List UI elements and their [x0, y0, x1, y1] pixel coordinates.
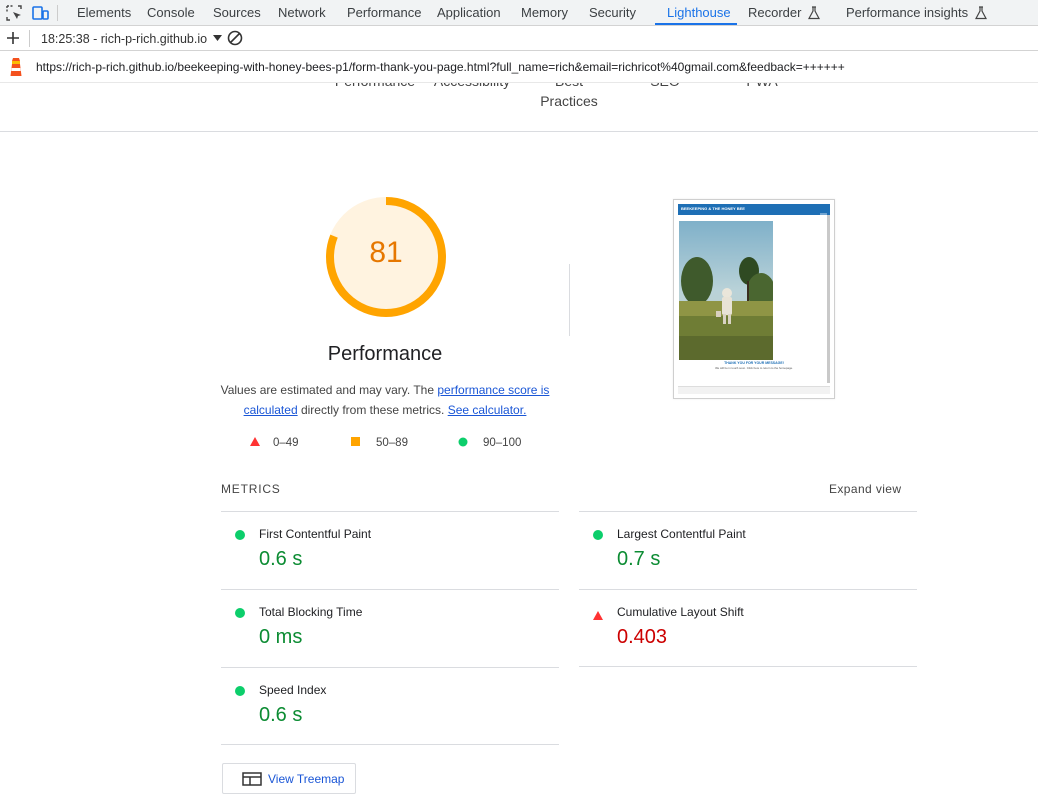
metric-name: Cumulative Layout Shift: [617, 605, 744, 619]
clear-circle-icon[interactable]: [226, 29, 244, 50]
plus-icon[interactable]: [5, 30, 21, 49]
pass-circle-icon: [593, 530, 603, 540]
category-accessibility-label[interactable]: Accessibility: [422, 83, 522, 91]
metric-value: 0 ms: [259, 626, 303, 648]
category-best-practices-label[interactable]: Best Practices: [519, 83, 619, 111]
header-divider: [0, 131, 1038, 132]
lighthouse-toolbar: 18:25:38 - rich-p-rich.github.io: [0, 26, 1038, 51]
average-square-icon: [351, 437, 361, 450]
performance-score: 81: [369, 236, 403, 269]
legend-pass-label: 90–100: [483, 437, 522, 449]
legend-pass: 90–100: [458, 437, 521, 450]
expand-view-toggle[interactable]: Expand view: [829, 482, 901, 496]
metric-si: Speed Index 0.6 s: [221, 667, 559, 745]
tab-performance-insights-label: Performance insights: [846, 5, 969, 20]
report-selector[interactable]: 18:25:38 - rich-p-rich.github.io: [41, 26, 222, 51]
tab-network[interactable]: Network: [278, 0, 326, 25]
metric-tbt: Total Blocking Time 0 ms: [221, 589, 559, 667]
description-text-2: directly from these metrics.: [300, 403, 445, 417]
final-screenshot[interactable]: BEEKEEPING & THE HONEY BEE THANK YOU FOR…: [673, 199, 835, 399]
view-treemap-button[interactable]: View Treemap: [222, 763, 356, 794]
tab-performance-insights[interactable]: Performance insights: [846, 0, 987, 25]
device-toolbar-icon[interactable]: [30, 3, 50, 23]
tab-recorder-label: Recorder: [748, 5, 802, 20]
inspect-element-icon[interactable]: [4, 3, 24, 23]
fail-triangle-icon: [593, 608, 603, 620]
screenshot-header: BEEKEEPING & THE HONEY BEE: [678, 204, 830, 219]
metric-name: Total Blocking Time: [259, 605, 363, 619]
tab-lighthouse[interactable]: Lighthouse: [667, 0, 731, 25]
screenshot-site-title: BEEKEEPING & THE HONEY BEE: [681, 206, 745, 211]
toolbar-separator: [29, 30, 30, 47]
report-url-bar: https://rich-p-rich.github.io/beekeeping…: [0, 51, 1038, 83]
tab-separator: [57, 5, 58, 21]
active-tab-indicator: [655, 23, 737, 25]
screenshot-footer: [678, 386, 830, 394]
beekeeper-photo: [679, 221, 773, 360]
tab-elements[interactable]: Elements: [77, 0, 131, 25]
metric-value: 0.7 s: [617, 548, 661, 570]
report-selector-label: 18:25:38 - rich-p-rich.github.io: [41, 32, 208, 46]
category-best-practices-line1: Best: [519, 83, 619, 91]
performance-title: Performance: [327, 343, 443, 365]
dropdown-arrow-icon: [212, 26, 222, 50]
devtools-tab-bar: Elements Console Sources Network Perform…: [0, 0, 1038, 26]
metric-name: Largest Contentful Paint: [617, 527, 746, 541]
pass-circle-icon: [235, 530, 245, 540]
tab-memory[interactable]: Memory: [521, 0, 568, 25]
tab-security[interactable]: Security: [589, 0, 636, 25]
view-treemap-label: View Treemap: [268, 772, 345, 786]
pass-circle-icon: [458, 437, 468, 450]
hamburger-menu-icon: [820, 206, 827, 224]
tab-performance[interactable]: Performance: [347, 0, 421, 25]
score-description: Values are estimated and may vary. The p…: [220, 380, 550, 420]
tab-console[interactable]: Console: [147, 0, 195, 25]
screenshot-scrollbar: [827, 215, 830, 383]
see-calculator-link[interactable]: See calculator.: [448, 403, 527, 417]
description-text-1: Values are estimated and may vary. The: [220, 383, 435, 397]
legend-average-label: 50–89: [376, 437, 408, 449]
category-seo-label[interactable]: SEO: [615, 83, 715, 91]
legend-average: 50–89: [351, 437, 408, 450]
screenshot-subtext: We will be in touch soon. Click here to …: [715, 366, 793, 370]
experiment-flask-icon: [808, 3, 821, 28]
tab-application[interactable]: Application: [437, 0, 501, 25]
metric-lcp: Largest Contentful Paint 0.7 s: [579, 511, 917, 589]
lighthouse-logo-icon: [7, 56, 25, 81]
metric-value: 0.403: [617, 626, 668, 648]
fail-triangle-icon: [250, 437, 260, 450]
experiment-flask-icon: [974, 3, 987, 28]
metric-name: First Contentful Paint: [259, 527, 372, 541]
pass-circle-icon: [235, 608, 245, 618]
vertical-divider: [569, 264, 570, 336]
category-best-practices-line2: Practices: [540, 93, 598, 109]
legend-fail: 0–49: [250, 437, 299, 450]
metric-value: 0.6 s: [259, 548, 303, 570]
metric-name: Speed Index: [259, 683, 327, 697]
screenshot-message: THANK YOU FOR YOUR MESSAGE!: [724, 361, 784, 365]
category-performance-label[interactable]: Performance: [325, 83, 425, 91]
metric-cls: Cumulative Layout Shift 0.403: [579, 589, 917, 667]
treemap-icon: [242, 772, 262, 789]
metric-value: 0.6 s: [259, 704, 303, 726]
pass-circle-icon: [235, 686, 245, 696]
category-pwa-label[interactable]: PWA: [712, 83, 812, 91]
tab-sources[interactable]: Sources: [213, 0, 261, 25]
report-url[interactable]: https://rich-p-rich.github.io/beekeeping…: [36, 51, 845, 83]
legend-fail-label: 0–49: [273, 437, 299, 449]
metric-fcp: First Contentful Paint 0.6 s: [221, 511, 559, 589]
metrics-header: METRICS: [221, 482, 281, 496]
tab-recorder[interactable]: Recorder: [748, 0, 821, 28]
report-content: Performance Accessibility Best Practices…: [0, 83, 1038, 794]
